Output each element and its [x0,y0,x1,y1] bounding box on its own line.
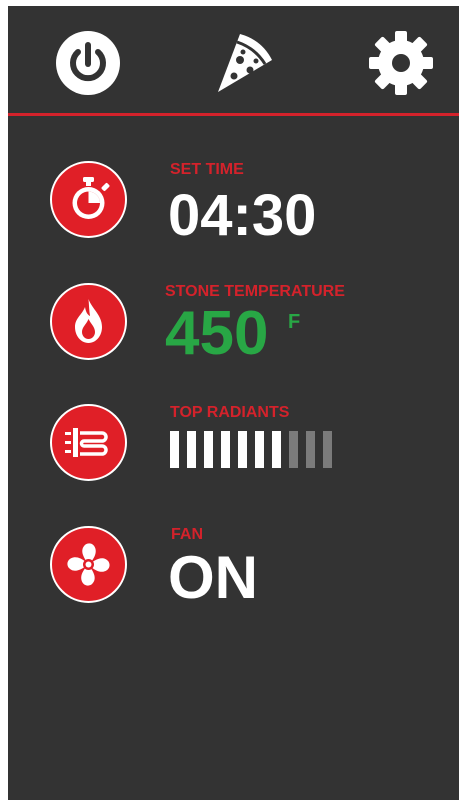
radiant-bar-off[interactable] [323,431,332,468]
header-divider [8,113,459,116]
power-button[interactable] [53,28,123,98]
radiant-bar-on[interactable] [204,431,213,468]
set-time-label: SET TIME [170,161,244,178]
radiant-bar-on[interactable] [238,431,247,468]
fan-button[interactable] [50,526,127,603]
top-radiants-button[interactable] [50,404,127,481]
heating-element-icon [65,428,108,457]
stone-temperature-value[interactable]: 450 [165,303,268,365]
header-bar [8,6,459,113]
pizza-button[interactable] [210,28,280,98]
radiant-bar-on[interactable] [187,431,196,468]
oven-control-screen: SET TIME 04:30 STONE TEMPERATURE 450 F T… [8,6,459,800]
fan-label: FAN [171,526,203,543]
top-radiants-row[interactable]: TOP RADIANTS [50,404,450,494]
set-time-button[interactable] [50,161,127,238]
radiant-bar-on[interactable] [255,431,264,468]
fan-icon [67,543,110,586]
radiant-level-bars[interactable] [170,431,340,468]
radiant-bar-off[interactable] [306,431,315,468]
radiant-bar-on[interactable] [221,431,230,468]
set-time-row[interactable]: SET TIME 04:30 [50,161,450,251]
stone-temperature-button[interactable] [50,283,127,360]
radiant-bar-off[interactable] [289,431,298,468]
flame-icon [75,299,102,343]
temperature-unit: F [288,311,301,333]
top-radiants-label: TOP RADIANTS [170,404,290,421]
settings-button[interactable] [366,28,436,98]
pizza-icon [218,34,272,92]
radiant-bar-on[interactable] [170,431,179,468]
stopwatch-icon [72,177,110,219]
fan-status-value[interactable]: ON [168,548,258,608]
fan-row[interactable]: FAN ON [50,526,450,616]
radiant-bar-on[interactable] [272,431,281,468]
stone-temperature-row[interactable]: STONE TEMPERATURE 450 F [50,283,450,373]
gear-icon [369,31,433,95]
power-icon [56,31,120,95]
set-time-value[interactable]: 04:30 [168,187,316,245]
